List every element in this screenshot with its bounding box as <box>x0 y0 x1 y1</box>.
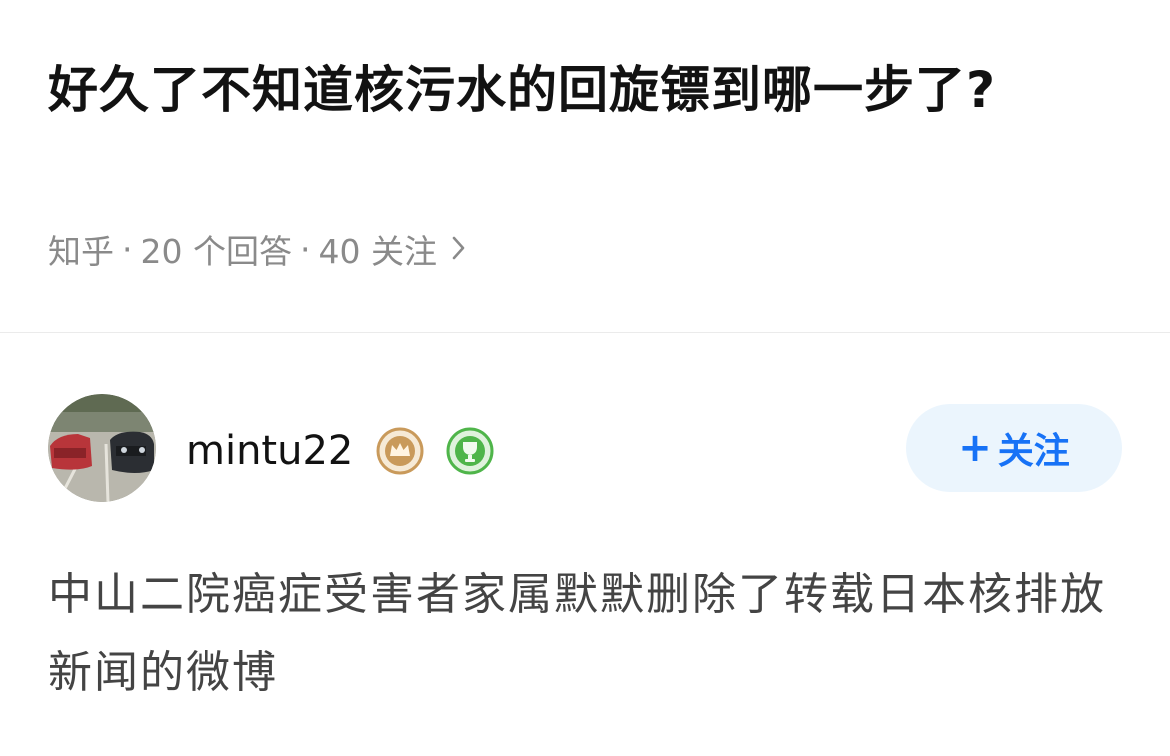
question-title[interactable]: 好久了不知道核污水的回旋镖到哪一步了? <box>48 52 1108 128</box>
meta-separator: · <box>299 229 311 269</box>
plus-icon: + <box>958 425 992 471</box>
answer-count: 20 个回答 <box>140 232 292 271</box>
author-name[interactable]: mintu22 <box>186 424 353 478</box>
crown-badge-icon[interactable] <box>376 427 424 475</box>
trophy-badge-icon[interactable] <box>446 427 494 475</box>
answer-excerpt[interactable]: 中山二院癌症受害者家属默默删除了转载日本核排放新闻的微博 <box>48 556 1118 712</box>
follow-button-label: 关注 <box>997 431 1070 472</box>
question-meta[interactable]: 知乎 · 20 个回答 · 40 关注 <box>48 226 467 272</box>
section-divider <box>0 332 1170 333</box>
follow-button[interactable]: + 关注 <box>906 404 1122 492</box>
avatar[interactable] <box>48 394 156 502</box>
zhihu-answer-page: 好久了不知道核污水的回旋镖到哪一步了? 知乎 · 20 个回答 · 40 关注 <box>0 0 1170 756</box>
chevron-right-icon <box>451 230 467 269</box>
follower-count: 40 关注 <box>318 232 437 271</box>
meta-separator: · <box>122 229 133 269</box>
source-label: 知乎 <box>48 232 114 271</box>
